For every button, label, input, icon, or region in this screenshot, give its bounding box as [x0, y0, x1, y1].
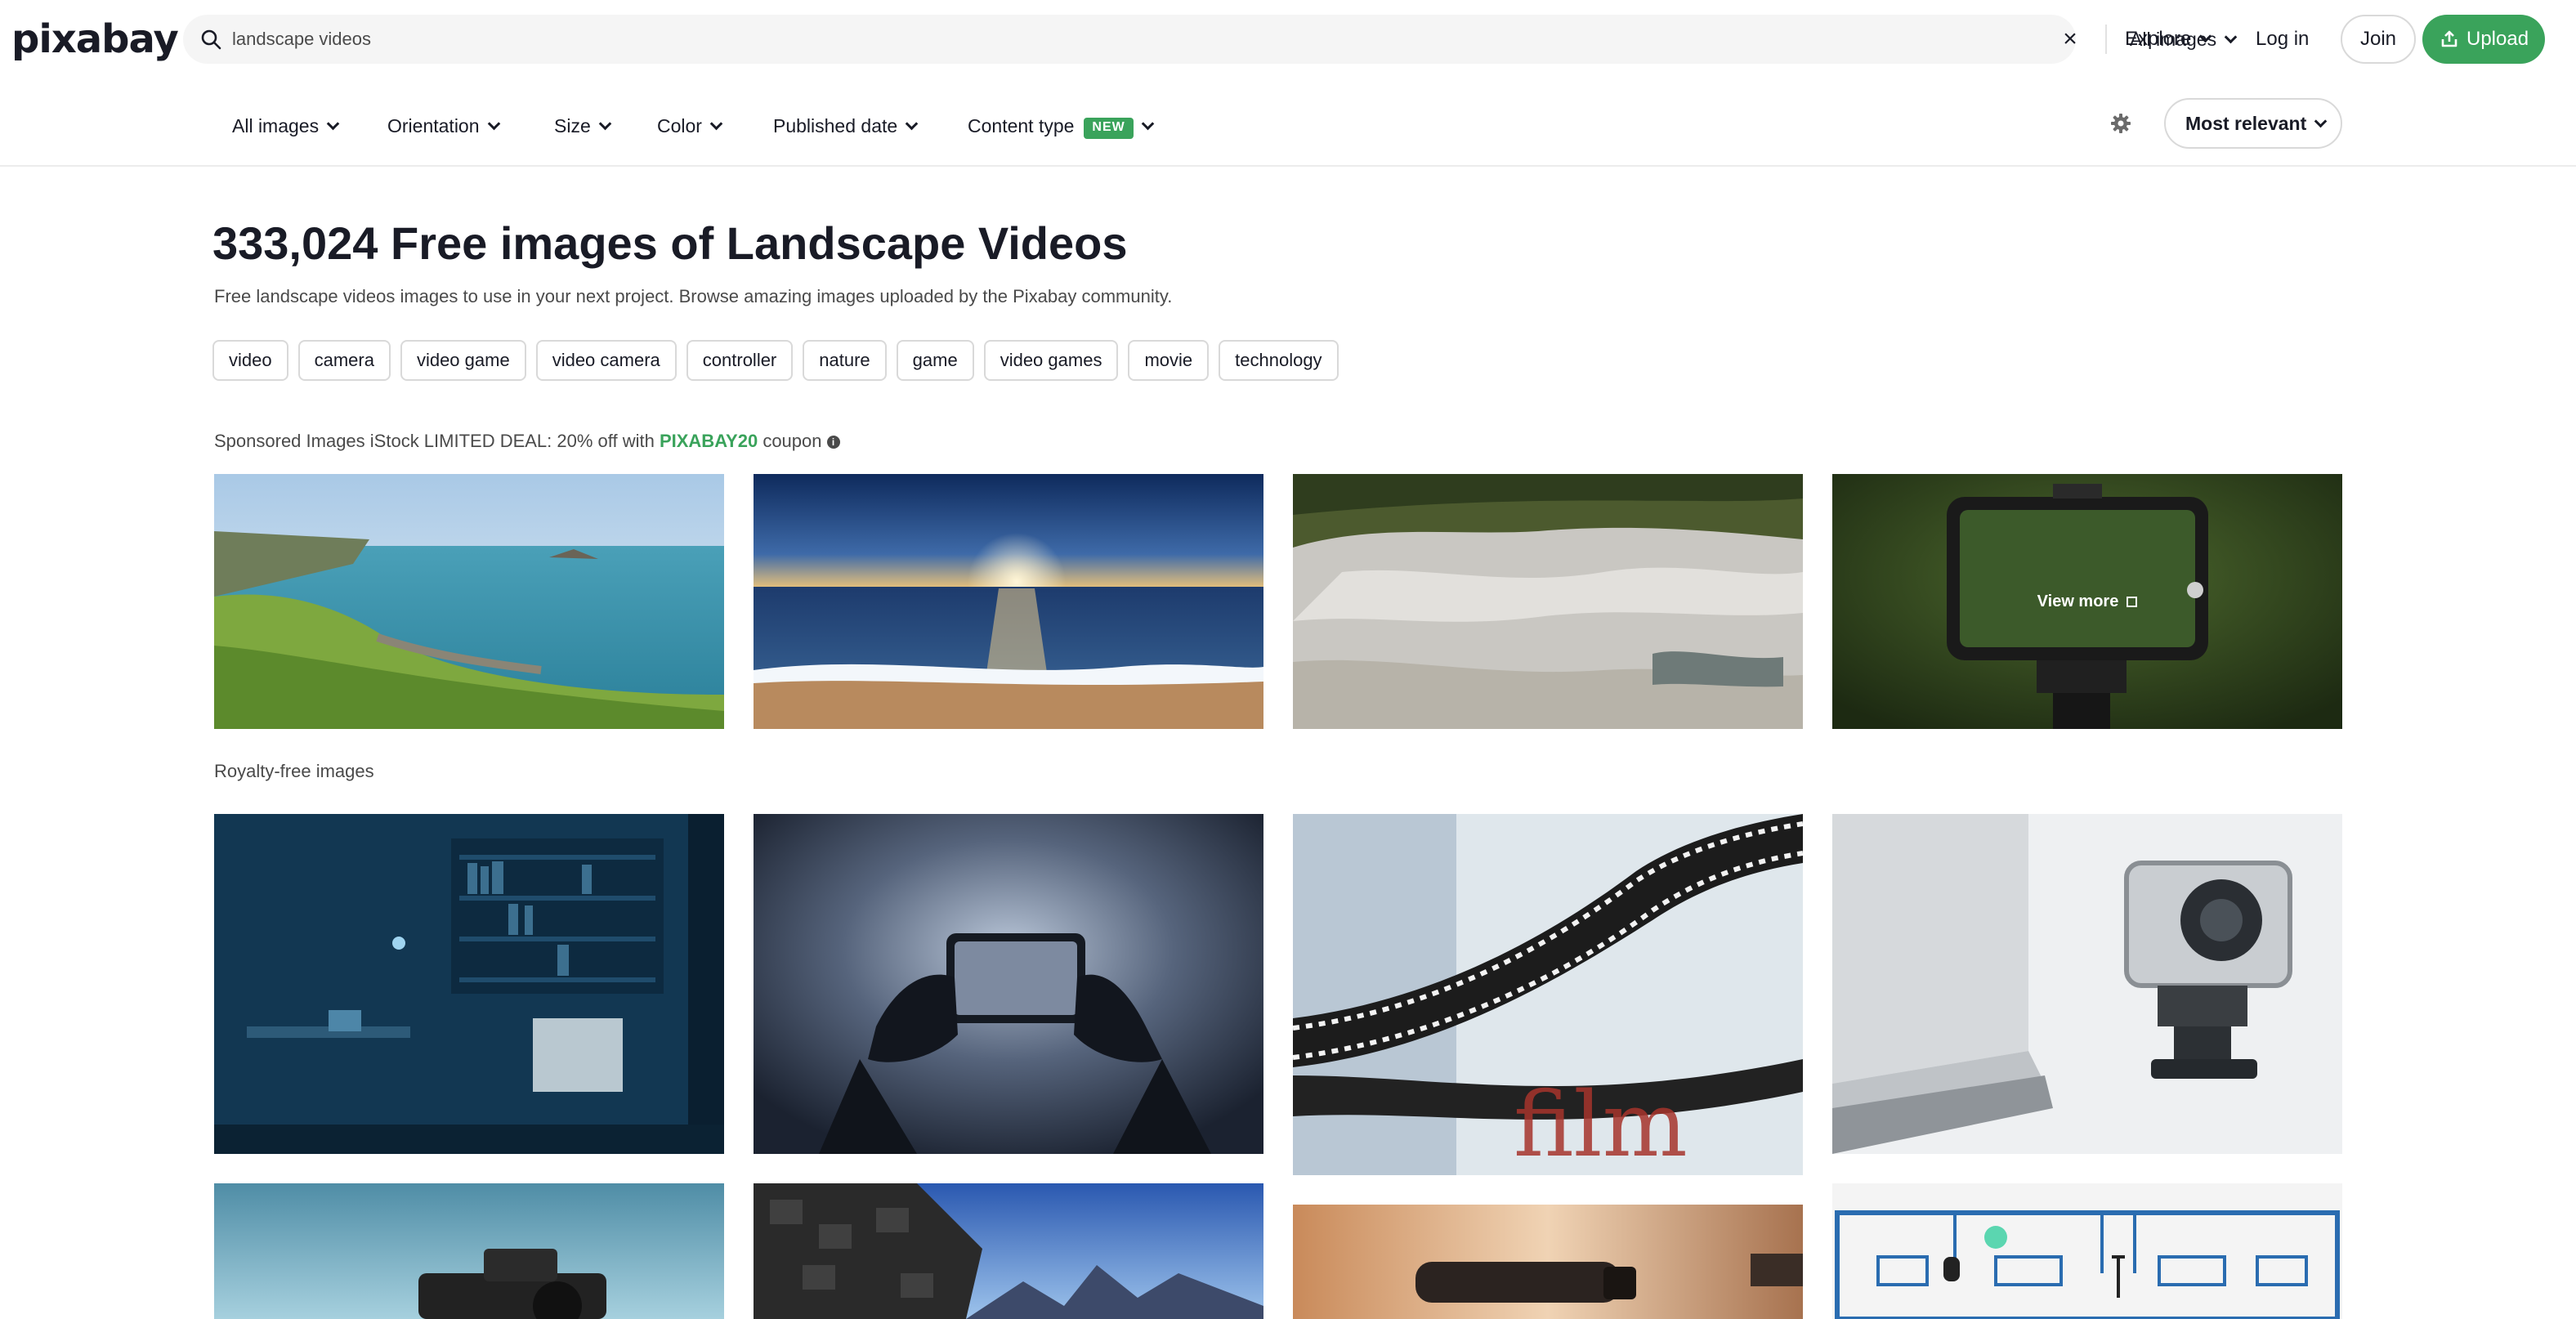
- filter-label: Content type: [968, 115, 1074, 136]
- river-rocks-photo: [1293, 474, 1803, 729]
- filter-all-images[interactable]: All images: [232, 110, 338, 142]
- close-icon[interactable]: ×: [2057, 26, 2083, 52]
- login-link[interactable]: Log in: [2256, 23, 2309, 56]
- image-phone-filming[interactable]: [754, 814, 1263, 1154]
- chevron-down-icon: [906, 118, 919, 131]
- filter-label: Color: [657, 115, 702, 136]
- svg-text:film: film: [1514, 1072, 1688, 1175]
- image-camera-sky[interactable]: [214, 1183, 724, 1319]
- chevron-down-icon: [598, 118, 611, 131]
- tag-chip[interactable]: camera: [298, 340, 391, 381]
- chevron-down-icon: [2225, 31, 2238, 44]
- filter-label: Orientation: [387, 115, 480, 136]
- coast-photo: [214, 474, 724, 729]
- search-icon[interactable]: [199, 28, 222, 51]
- film-reel-photo: film: [1293, 814, 1803, 1175]
- tag-chip[interactable]: video game: [400, 340, 526, 381]
- pixabay-logo[interactable]: pixabay: [11, 16, 159, 62]
- royalty-free-heading: Royalty-free images: [214, 758, 374, 785]
- sponsored-image-phone-gimbal[interactable]: View more: [1832, 474, 2342, 729]
- tag-chip[interactable]: technology: [1219, 340, 1338, 381]
- pacman-maze-photo: [1832, 1183, 2342, 1319]
- view-more-overlay[interactable]: View more: [1832, 474, 2342, 729]
- explore-menu[interactable]: Explore: [2125, 23, 2210, 56]
- gear-icon[interactable]: [2109, 111, 2133, 136]
- phone-filming-photo: [754, 814, 1263, 1154]
- chevron-down-icon: [710, 118, 723, 131]
- page-title: 333,024 Free images of Landscape Videos: [212, 216, 1128, 271]
- upload-icon: [2439, 29, 2460, 50]
- image-microphone[interactable]: [1293, 1205, 1803, 1319]
- filter-orientation[interactable]: Orientation: [387, 110, 499, 142]
- tag-chip[interactable]: video camera: [536, 340, 677, 381]
- search-bar: × All images: [183, 15, 2076, 64]
- sponsored-text: Sponsored Images iStock LIMITED DEAL: 20…: [214, 431, 660, 451]
- voxel-mountains-photo: [754, 1183, 1263, 1319]
- sponsored-image-coast[interactable]: [214, 474, 724, 729]
- search-divider: [2105, 25, 2107, 54]
- filter-label: Size: [554, 115, 591, 136]
- sponsored-suffix: coupon: [758, 431, 821, 451]
- sponsored-image-sunset-beach[interactable]: [754, 474, 1263, 729]
- tag-chip[interactable]: controller: [686, 340, 793, 381]
- filter-label: All images: [232, 115, 319, 136]
- blue-room-photo: [214, 814, 724, 1154]
- sponsored-banner: Sponsored Images iStock LIMITED DEAL: 20…: [214, 428, 840, 454]
- tag-chip[interactable]: video games: [984, 340, 1119, 381]
- sunset-beach-photo: [754, 474, 1263, 729]
- microphone-photo: [1293, 1205, 1803, 1319]
- chevron-down-icon: [2314, 115, 2328, 128]
- tag-chip[interactable]: nature: [803, 340, 886, 381]
- upload-label: Upload: [2466, 28, 2529, 50]
- chevron-down-icon: [327, 118, 340, 131]
- explore-label: Explore: [2125, 28, 2191, 50]
- related-tags: video camera video game video camera con…: [212, 340, 1339, 381]
- view-more-label: View more: [2037, 592, 2119, 611]
- filter-content-type[interactable]: Content type NEW: [968, 110, 1152, 142]
- image-action-camera[interactable]: [1832, 814, 2342, 1154]
- sort-dropdown[interactable]: Most relevant: [2164, 98, 2342, 149]
- filter-size[interactable]: Size: [554, 110, 610, 142]
- chevron-down-icon: [1141, 118, 1154, 131]
- new-badge: NEW: [1084, 118, 1133, 139]
- tag-chip[interactable]: movie: [1128, 340, 1209, 381]
- tag-chip[interactable]: video: [212, 340, 288, 381]
- image-blue-room[interactable]: [214, 814, 724, 1154]
- sponsored-image-river-rocks[interactable]: [1293, 474, 1803, 729]
- filter-color[interactable]: Color: [657, 110, 721, 142]
- sort-label: Most relevant: [2185, 113, 2306, 134]
- info-icon[interactable]: i: [827, 436, 840, 449]
- external-link-icon: [2127, 597, 2137, 607]
- image-pacman-maze[interactable]: [1832, 1183, 2342, 1319]
- tag-chip[interactable]: game: [897, 340, 974, 381]
- search-input[interactable]: [232, 23, 1997, 56]
- top-header: pixabay × All images Explore Log in Join…: [0, 0, 2576, 78]
- camera-sky-photo: [214, 1183, 724, 1319]
- filter-published-date[interactable]: Published date: [773, 110, 916, 142]
- join-button[interactable]: Join: [2341, 15, 2416, 64]
- filter-label: Published date: [773, 115, 897, 136]
- page-subtitle: Free landscape videos images to use in y…: [214, 284, 1172, 309]
- upload-button[interactable]: Upload: [2422, 15, 2545, 64]
- chevron-down-icon: [487, 118, 500, 131]
- action-camera-photo: [1832, 814, 2342, 1154]
- chevron-down-icon: [2199, 30, 2212, 43]
- image-voxel-mountains[interactable]: [754, 1183, 1263, 1319]
- image-film-reel[interactable]: film: [1293, 814, 1803, 1175]
- coupon-code[interactable]: PIXABAY20: [660, 431, 758, 451]
